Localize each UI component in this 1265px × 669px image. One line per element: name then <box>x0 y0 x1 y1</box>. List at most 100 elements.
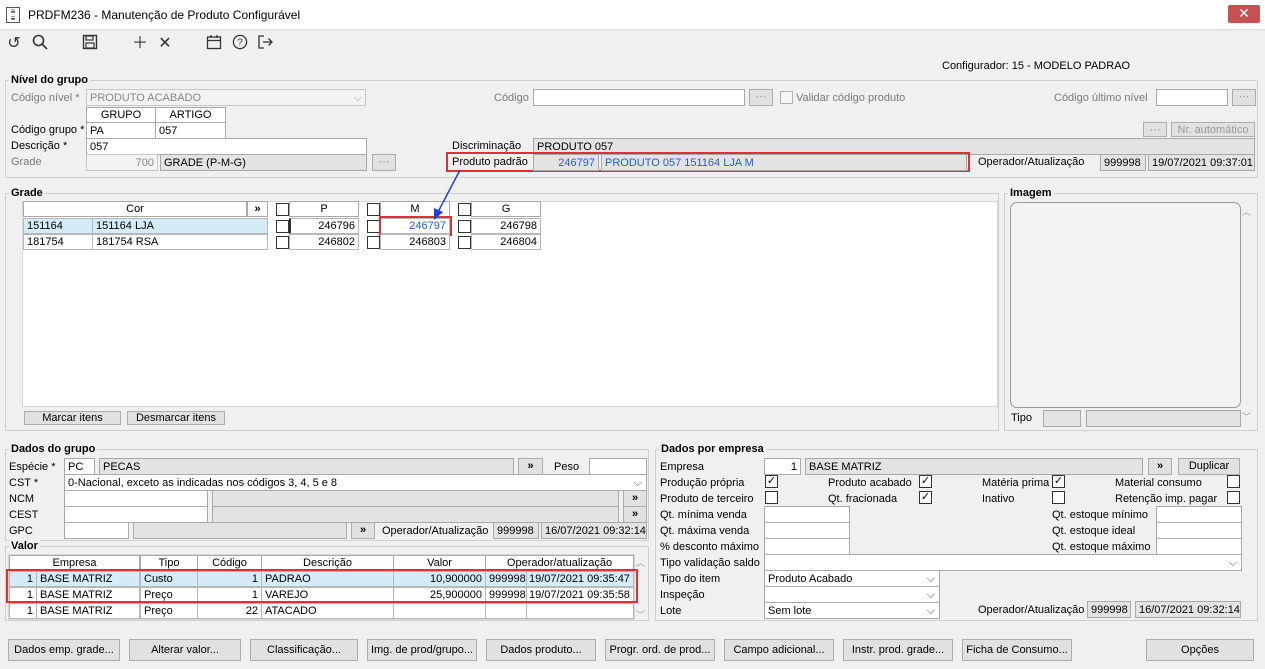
ncm-input[interactable] <box>64 490 208 507</box>
materia-prima-checkbox[interactable]: ✓ <box>1052 475 1065 488</box>
gpc-lookup-button[interactable]: » <box>351 522 375 539</box>
qt-est-ideal-input[interactable] <box>1156 522 1242 539</box>
qt-min-venda-input[interactable] <box>764 506 850 523</box>
opcoes-button[interactable]: Opções <box>1146 639 1254 661</box>
grade-row-2-g[interactable]: 246804 <box>471 234 541 250</box>
valor-row-3-tipo[interactable]: Preço <box>140 603 198 619</box>
valor-row-3-user[interactable] <box>485 603 527 619</box>
valor-row-3-empnum[interactable]: 1 <box>9 603 37 619</box>
nr-automatico-button[interactable]: Nr. automático <box>1171 122 1255 137</box>
qt-est-min-input[interactable] <box>1156 506 1242 523</box>
valor-row-3-codigo[interactable]: 22 <box>197 603 262 619</box>
duplicar-button[interactable]: Duplicar <box>1178 458 1240 475</box>
annotation-arrow <box>434 169 461 220</box>
inativo-checkbox[interactable] <box>1052 491 1065 504</box>
campo-adicional-button[interactable]: Campo adicional... <box>724 639 834 661</box>
grade-row-2-g-checkbox[interactable] <box>458 236 471 249</box>
descricao-input[interactable]: 057 <box>86 138 367 155</box>
grupo-input[interactable]: PA <box>86 122 156 139</box>
codigo-ultimo-label: Código último nível <box>1054 92 1148 104</box>
valor-scroll-up-icon[interactable]: ︿ <box>636 556 645 569</box>
retencao-label: Retenção imp. pagar <box>1115 493 1218 505</box>
grade-row-1-p[interactable]: 246796 <box>289 218 359 234</box>
grade-row-1-g[interactable]: 246798 <box>471 218 541 234</box>
classificacao-button[interactable]: Classificação... <box>250 639 358 661</box>
dados-empresa-operador-user: 999998 <box>1087 601 1131 618</box>
grade-row-1-p-checkbox[interactable] <box>276 220 289 233</box>
ficha-consumo-button[interactable]: Ficha de Consumo... <box>962 639 1072 661</box>
image-scroll-up-icon[interactable]: ︿ <box>1242 205 1251 218</box>
peso-label: Peso <box>554 461 580 473</box>
alterar-valor-button[interactable]: Alterar valor... <box>129 639 241 661</box>
codigo-ultimo-input[interactable] <box>1156 89 1228 106</box>
codigo-ultimo-lookup-button[interactable]: ⋯ <box>1232 89 1256 106</box>
search-icon[interactable] <box>30 34 50 54</box>
produto-padrao-code[interactable]: 246797 <box>533 154 599 171</box>
codigo-nivel-select[interactable]: PRODUTO ACABADO ⌵ <box>86 89 366 106</box>
valor-row-3-valor[interactable] <box>393 603 486 619</box>
produto-acabado-checkbox[interactable]: ✓ <box>919 475 932 488</box>
image-scroll-down-icon[interactable]: ﹀ <box>1242 410 1251 423</box>
calendar-icon[interactable] <box>204 34 224 54</box>
validar-checkbox[interactable] <box>780 91 793 104</box>
valor-row-3-date[interactable] <box>526 603 634 619</box>
tipo-item-select[interactable]: Produto Acabado ⌵ <box>764 570 940 587</box>
size-m-checkbox[interactable] <box>367 203 380 216</box>
valor-row-3-descricao[interactable]: ATACADO <box>261 603 394 619</box>
codigo-lookup-button[interactable]: ⋯ <box>749 89 773 106</box>
grade-expand-button[interactable]: » <box>247 201 268 217</box>
grade-row-2-name[interactable]: 181754 RSA <box>92 234 268 250</box>
close-button[interactable]: ✕ <box>1228 5 1260 23</box>
codigo-input[interactable] <box>533 89 745 106</box>
valor-scroll-down-icon[interactable]: ﹀ <box>636 608 645 621</box>
progr-ord-prod-button[interactable]: Progr. ord. de prod... <box>605 639 715 661</box>
grade-row-2-p[interactable]: 246802 <box>289 234 359 250</box>
peso-input[interactable] <box>589 458 647 475</box>
marcar-itens-button[interactable]: Marcar itens <box>24 411 121 425</box>
grade-row-1-code[interactable]: 151164 <box>23 218 93 234</box>
valor-row-3-empresa[interactable]: BASE MATRIZ <box>36 603 140 619</box>
especie-lookup-button[interactable]: » <box>518 458 543 475</box>
material-consumo-checkbox[interactable] <box>1227 475 1240 488</box>
grade-row-2-p-checkbox[interactable] <box>276 236 289 249</box>
instr-prod-grade-button[interactable]: Instr. prod. grade... <box>843 639 953 661</box>
help-icon[interactable]: ? <box>230 34 250 54</box>
artigo-input[interactable]: 057 <box>155 122 226 139</box>
valor-title: Valor <box>9 540 40 552</box>
grade-row-1-name[interactable]: 151164 LJA <box>92 218 268 234</box>
cest-input[interactable] <box>64 506 208 523</box>
empresa-num-input[interactable]: 1 <box>764 458 801 475</box>
retencao-checkbox[interactable] <box>1227 491 1240 504</box>
gpc-input[interactable] <box>64 522 129 539</box>
tipo-validacao-select[interactable]: ⌵ <box>764 554 1242 571</box>
qt-max-venda-input[interactable] <box>764 522 850 539</box>
cest-lookup-button[interactable]: » <box>623 506 647 523</box>
cst-select[interactable]: 0-Nacional, exceto as indicadas nos códi… <box>64 474 647 491</box>
grade-row-2-m[interactable]: 246803 <box>380 234 450 250</box>
produto-terceiro-checkbox[interactable] <box>765 491 778 504</box>
lote-select[interactable]: Sem lote ⌵ <box>764 602 940 619</box>
empresa-lookup-button[interactable]: » <box>1148 458 1172 475</box>
dados-emp-grade-button[interactable]: Dados emp. grade... <box>8 639 120 661</box>
desmarcar-itens-button[interactable]: Desmarcar itens <box>127 411 225 425</box>
add-icon[interactable]: ＋ <box>130 34 150 54</box>
save-icon[interactable] <box>80 34 100 54</box>
dados-produto-button[interactable]: Dados produto... <box>486 639 596 661</box>
inspecao-select[interactable]: ⌵ <box>764 586 940 603</box>
img-prod-grupo-button[interactable]: Img. de prod/grupo... <box>367 639 477 661</box>
producao-propria-checkbox[interactable]: ✓ <box>765 475 778 488</box>
especie-code-input[interactable]: PC <box>64 458 95 475</box>
grade-lookup-button[interactable]: ⋯ <box>372 154 396 171</box>
grade-code-input[interactable]: 700 <box>86 154 158 171</box>
grade-row-2-m-checkbox[interactable] <box>367 236 380 249</box>
qt-fracionada-checkbox[interactable]: ✓ <box>919 491 932 504</box>
desconto-max-input[interactable] <box>764 538 850 555</box>
undo-icon[interactable]: ↺ <box>4 34 24 54</box>
qt-est-max-input[interactable] <box>1156 538 1242 555</box>
grade-row-2-code[interactable]: 181754 <box>23 234 93 250</box>
ncm-lookup-button[interactable]: » <box>623 490 647 507</box>
size-p-checkbox[interactable] <box>276 203 289 216</box>
exit-icon[interactable] <box>255 34 275 54</box>
nr-auto-lookup-button[interactable]: ⋯ <box>1143 122 1167 137</box>
delete-icon[interactable]: ✕ <box>155 34 175 54</box>
